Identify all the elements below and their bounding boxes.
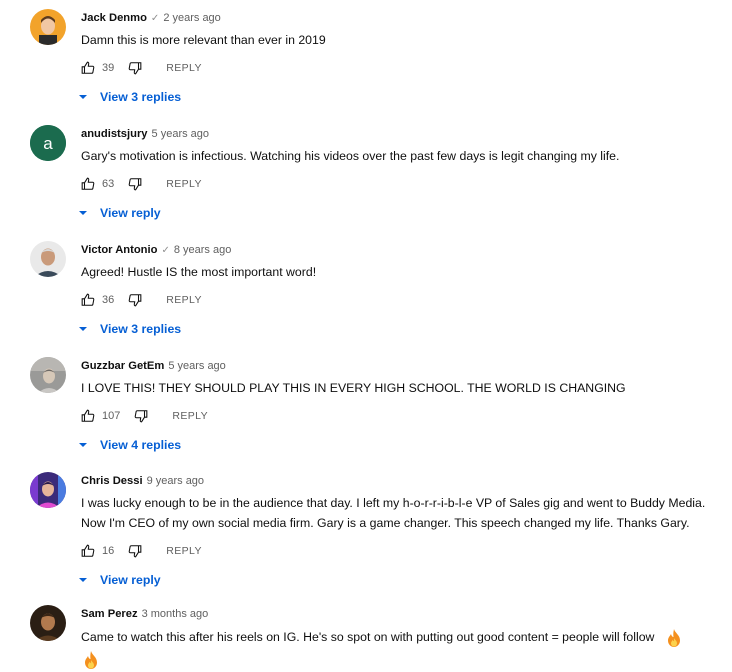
thumb-down-icon (128, 294, 142, 307)
view-replies-label: View 3 replies (100, 322, 182, 336)
comment-text: Agreed! Hustle IS the most important wor… (81, 265, 317, 279)
like-button[interactable] (81, 293, 95, 307)
comment-text-content: Came to watch this after his reels on IG… (81, 630, 655, 644)
like-count: 36 (102, 294, 115, 306)
reply-button[interactable]: REPLY (172, 410, 208, 422)
view-replies-label: View 3 replies (100, 90, 182, 104)
dislike-button[interactable] (128, 177, 142, 191)
caret-down-icon (79, 327, 87, 331)
avatar[interactable] (30, 605, 66, 641)
like-button[interactable] (81, 61, 95, 75)
comment-author[interactable]: Jack Denmo (81, 12, 147, 24)
thumb-down-icon (135, 410, 148, 423)
avatar-photo-icon (30, 472, 66, 508)
like-count: 63 (102, 178, 115, 190)
comment-time[interactable]: 9 years ago (147, 475, 204, 487)
thumb-up-icon (81, 293, 95, 306)
comment-text: I LOVE THIS! THEY SHOULD PLAY THIS IN EV… (81, 381, 626, 395)
reply-button[interactable]: REPLY (166, 62, 202, 74)
avatar[interactable]: a (30, 125, 66, 161)
avatar-photo-icon (30, 9, 66, 45)
caret-down-icon (79, 211, 87, 215)
view-replies-button[interactable]: View reply (78, 573, 722, 587)
reply-button[interactable]: REPLY (166, 545, 202, 557)
thumb-up-icon (81, 544, 95, 557)
avatar-photo-icon (30, 605, 66, 641)
view-replies-label: View reply (100, 206, 161, 220)
view-replies-button[interactable]: View 3 replies (78, 322, 722, 336)
comment-text-line: I was lucky enough to be in the audience… (81, 496, 706, 510)
comment-author[interactable]: Chris Dessi (81, 475, 143, 487)
comment-author[interactable]: Guzzbar GetEm (81, 360, 164, 372)
avatar[interactable] (30, 472, 66, 508)
avatar[interactable] (30, 357, 66, 393)
like-count: 16 (102, 545, 115, 557)
like-button[interactable] (81, 544, 95, 558)
svg-text:a: a (43, 134, 53, 153)
dislike-button[interactable] (134, 409, 148, 423)
comment-text-line: Now I'm CEO of my own social media firm.… (81, 516, 690, 530)
fire-emoji-icon (667, 628, 680, 647)
fire-emoji-icon (85, 650, 97, 669)
avatar[interactable] (30, 9, 66, 45)
thumb-down-icon (128, 178, 142, 191)
like-count: 39 (102, 62, 115, 74)
comment-text: Damn this is more relevant than ever in … (81, 33, 326, 47)
avatar-letter-icon: a (30, 125, 66, 161)
comment-text: I was lucky enough to be in the audience… (81, 493, 722, 533)
dislike-button[interactable] (128, 61, 142, 75)
comment-time[interactable]: 5 years ago (168, 360, 225, 372)
view-replies-button[interactable]: View 4 replies (78, 438, 722, 452)
view-replies-label: View 4 replies (100, 438, 182, 452)
view-replies-button[interactable]: View 3 replies (78, 90, 722, 104)
thumb-up-icon (81, 177, 95, 190)
verified-check-icon: ✓ (150, 13, 160, 24)
like-button[interactable] (81, 409, 95, 423)
reply-button[interactable]: REPLY (166, 294, 202, 306)
dislike-button[interactable] (128, 544, 142, 558)
comment-author[interactable]: Sam Perez (81, 608, 138, 620)
dislike-button[interactable] (128, 293, 142, 307)
comment-time[interactable]: 5 years ago (152, 128, 209, 140)
comment-time[interactable]: 2 years ago (163, 12, 220, 24)
comment-time[interactable]: 8 years ago (174, 244, 231, 256)
comment-author[interactable]: anudistsjury (81, 128, 148, 140)
verified-check-icon: ✓ (161, 245, 170, 256)
caret-down-icon (79, 95, 87, 99)
view-replies-label: View reply (100, 573, 161, 587)
comment-text: Gary's motivation is infectious. Watchin… (81, 149, 620, 163)
thumb-up-icon (81, 61, 95, 74)
comment-text: Came to watch this after his reels on IG… (81, 626, 722, 670)
thumb-down-icon (128, 545, 142, 558)
comment-time[interactable]: 3 months ago (142, 608, 209, 620)
thumb-down-icon (128, 62, 142, 75)
like-button[interactable] (81, 177, 95, 191)
reply-button[interactable]: REPLY (166, 178, 202, 190)
caret-down-icon (79, 443, 87, 447)
caret-down-icon (79, 578, 87, 582)
thumb-up-icon (81, 409, 95, 422)
view-replies-button[interactable]: View reply (78, 206, 722, 220)
avatar-photo-icon (30, 241, 66, 277)
avatar-photo-icon (30, 357, 66, 393)
avatar[interactable] (30, 241, 66, 277)
like-count: 107 (102, 410, 121, 422)
comment-author[interactable]: Victor Antonio (81, 244, 157, 256)
